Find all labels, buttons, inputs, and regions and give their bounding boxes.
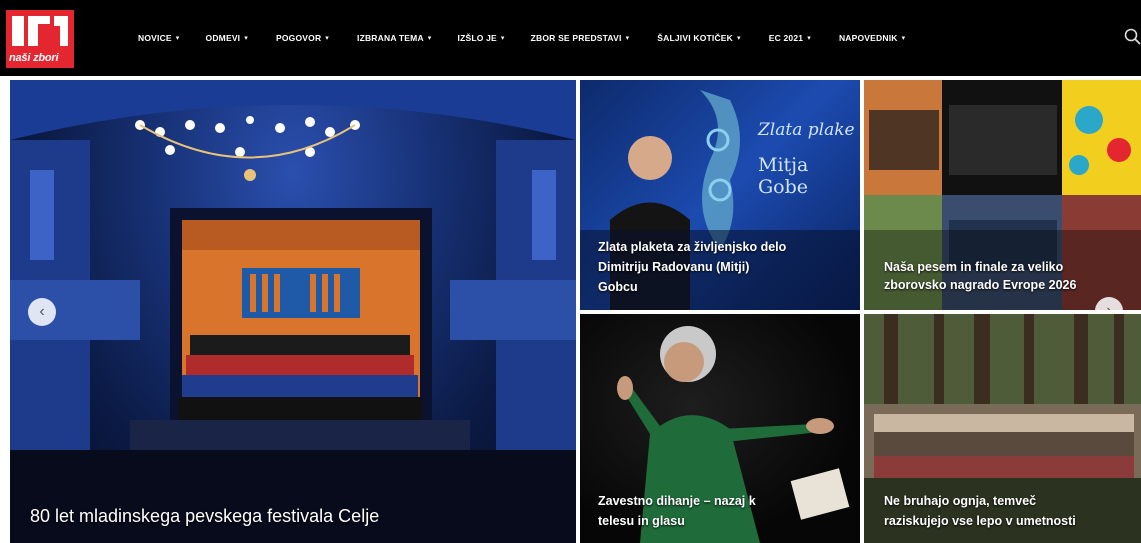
nav-item-label: NAPOVEDNIK: [838, 33, 898, 43]
chevron-down-icon: ▾: [737, 35, 741, 42]
nav-item-zbor-se-predstavi[interactable]: ZBOR SE PREDSTAVI ▾: [531, 33, 630, 43]
tile-title-line-1: Zavestno dihanje – nazaj k: [598, 494, 756, 508]
main-navigation: NOVICE ▾ ODMEVI ▾ POGOVOR ▾ IZBRANA TEMA…: [138, 0, 905, 76]
concert-hall-photo: [10, 80, 576, 543]
chevron-down-icon: ▾: [325, 35, 330, 42]
banner-line-2: Mitja Gobe: [758, 154, 809, 198]
nav-item-label: IZŠLO JE: [457, 33, 497, 43]
featured-tile-zlata-plaketa[interactable]: Zlata plake Mitja Gobe Zlata plaketa za …: [580, 80, 860, 310]
nav-item-pogovor[interactable]: POGOVOR ▾: [276, 33, 329, 43]
tile-title-line-2: raziskujejo vse lepo v umetnosti: [884, 514, 1076, 528]
nav-item-label: EC 2021: [768, 33, 804, 43]
chevron-down-icon: ▾: [244, 35, 248, 42]
featured-tile-zavestno-dihanje[interactable]: Zavestno dihanje – nazaj k telesu in gla…: [580, 314, 860, 543]
nav-item-saljivi-koticek[interactable]: ŠALJIVI KOTIČEK ▾: [657, 33, 740, 43]
banner-line-1: Zlata plake: [758, 120, 855, 140]
logo-text: naši zbori: [9, 52, 59, 64]
featured-tile-ne-bruhajo-ognja[interactable]: Ne bruhajo ognja, temveč raziskujejo vse…: [864, 314, 1141, 543]
site-logo[interactable]: naši zbori: [6, 10, 74, 68]
tile-title-line-2: Dimitriju Radovanu (Mitji): [598, 260, 750, 274]
tile-title-line-2: telesu in glasu: [598, 514, 685, 528]
chevron-down-icon: ▾: [625, 35, 630, 42]
logo-mark-icon: [12, 16, 68, 46]
nav-item-napovednik[interactable]: NAPOVEDNIK ▾: [839, 33, 905, 43]
featured-tile-nasa-pesem[interactable]: › Naša pesem in finale za veliko zborovs…: [864, 80, 1141, 310]
search-icon[interactable]: [1124, 28, 1141, 46]
nav-item-ec-2021[interactable]: EC 2021 ▾: [769, 33, 811, 43]
chevron-right-icon: ›: [1106, 302, 1111, 310]
nav-item-label: POGOVOR: [275, 33, 322, 43]
hero-title[interactable]: 80 let mladinskega pevskega festivala Ce…: [30, 506, 379, 527]
nav-item-label: NOVICE: [138, 33, 172, 43]
featured-hero-tile[interactable]: ‹ 80 let mladinskega pevskega festivala …: [10, 80, 576, 543]
chevron-down-icon: ▾: [807, 35, 811, 42]
tile-title: Zavestno dihanje – nazaj k telesu in gla…: [598, 491, 756, 531]
award-banner-text: Zlata plake Mitja Gobe: [758, 120, 860, 198]
nav-item-label: ŠALJIVI KOTIČEK: [657, 33, 734, 43]
tile-title-line-3: Gobcu: [598, 280, 638, 294]
chevron-left-icon: ‹: [39, 303, 45, 320]
nav-item-izslo-je[interactable]: IZŠLO JE ▾: [458, 33, 505, 43]
nav-item-label: ZBOR SE PREDSTAVI: [530, 33, 622, 43]
tile-title-line-1: Zlata plaketa za življenjsko delo: [598, 240, 787, 254]
tile-title: Ne bruhajo ognja, temveč raziskujejo vse…: [884, 491, 1076, 531]
slider-prev-button[interactable]: ‹: [28, 298, 56, 326]
nav-item-izbrana-tema[interactable]: IZBRANA TEMA ▾: [357, 33, 432, 43]
chevron-down-icon: ▾: [500, 35, 505, 42]
chevron-down-icon: ▾: [901, 35, 906, 42]
nav-item-novice[interactable]: NOVICE ▾: [138, 33, 180, 43]
tile-title: Naša pesem in finale za veliko zborovsko…: [884, 258, 1076, 294]
tile-title-line-2: zborovsko nagrado Evrope 2026: [884, 278, 1077, 292]
top-navigation-bar: naši zbori NOVICE ▾ ODMEVI ▾ POGOVOR ▾ I…: [0, 0, 1141, 76]
tile-title-line-1: Naša pesem in finale za veliko: [884, 260, 1064, 274]
nav-item-label: ODMEVI: [205, 33, 241, 43]
nav-item-label: IZBRANA TEMA: [357, 33, 424, 43]
tile-title: Zlata plaketa za življenjsko delo Dimitr…: [598, 237, 786, 297]
tile-title-line-1: Ne bruhajo ognja, temveč: [884, 494, 1037, 508]
chevron-down-icon: ▾: [427, 35, 432, 42]
nav-item-odmevi[interactable]: ODMEVI ▾: [206, 33, 248, 43]
chevron-down-icon: ▾: [175, 35, 180, 42]
